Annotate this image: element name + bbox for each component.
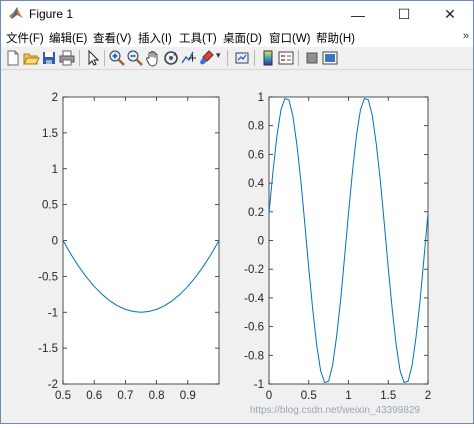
show-plot-tools-icon[interactable] [321,49,339,67]
y-tick-label: 0 [258,236,264,248]
new-figure-icon[interactable] [4,49,22,67]
rotate-3d-icon[interactable] [162,49,180,67]
legend-icon[interactable] [277,49,295,67]
maximize-icon: ☐ [397,6,411,22]
y-tick-label: -1 [48,307,58,319]
menu-desktop[interactable]: 桌面(D) [223,30,262,46]
link-plot-icon[interactable] [233,49,251,67]
y-tick-label: 1 [52,164,58,176]
print-icon[interactable] [58,49,76,67]
figure-canvas: 0.5 0.6 0.7 0.8 0.9 2 1.5 1 0.5 0 -0.5 -1 -1.5 -2 0 0.… [1,70,473,423]
y-tick-label: 2 [52,92,58,104]
menu-tools[interactable]: 工具(T) [179,30,217,46]
y-tick-label: -0.5 [38,271,58,283]
y-tick-label: -0.6 [244,322,264,334]
axes-box [268,96,429,385]
x-tick-label: 0.7 [117,390,133,402]
y-tick-label: 1 [258,92,264,104]
toolbar-separator [79,50,80,66]
save-icon[interactable] [40,49,58,67]
y-tick-label: 0.4 [248,178,265,190]
open-file-icon[interactable] [22,49,40,67]
y-tick-label: -0.8 [244,350,264,362]
x-tick-label: 0.8 [149,390,165,402]
y-tick-label: 1.5 [42,128,58,140]
minimize-icon: — [351,6,365,23]
minimize-button[interactable]: — [335,1,381,28]
zoom-in-icon[interactable] [108,49,126,67]
x-tick-label: 0 [266,390,272,402]
menu-file[interactable]: 文件(F) [6,30,44,46]
menu-window[interactable]: 窗口(W) [269,30,311,46]
x-tick-label: 2 [425,390,431,402]
y-tick-label: 0 [52,236,58,248]
figure-window: Figure 1 — ☐ ✕ 文件(F) 编辑(E) 查看(V) 插入(I) 工… [0,0,474,424]
x-tick-label: 0.6 [86,390,102,402]
menu-overflow-icon[interactable]: » [463,30,469,42]
colorbar-icon[interactable] [259,49,277,67]
x-tick-label: 1 [345,390,351,402]
brush-icon[interactable] [198,49,216,67]
toolbar-separator [254,50,255,66]
menu-help[interactable]: 帮助(H) [316,30,355,46]
toolbar: ▾ [1,47,473,70]
axes-right[interactable]: 0 0.5 1 1.5 2 1 0.8 0.6 0.4 0.2 0 -0.2 -0.4 -0.6 -0.8 -… [244,92,431,402]
y-tick-label: -0.4 [244,293,264,305]
y-tick-label: -1 [254,379,264,391]
figure-plots: 0.5 0.6 0.7 0.8 0.921.510.50-0.5-1-1.5-2 0 0.… [38,92,431,416]
window-title: Figure 1 [29,7,74,21]
maximize-button[interactable]: ☐ [381,1,427,28]
menu-edit[interactable]: 编辑(E) [49,30,87,46]
data-cursor-icon[interactable] [180,49,198,67]
y-tick-label: 0.2 [248,207,264,219]
close-button[interactable]: ✕ [427,1,473,28]
brush-dropdown-icon[interactable]: ▾ [216,50,221,61]
pan-hand-icon[interactable] [144,49,162,67]
y-tick-label: 0.5 [42,200,58,212]
title-bar[interactable]: Figure 1 — ☐ ✕ [1,1,473,28]
x-tick-label: 0.9 [180,390,196,402]
y-tick-label: -0.2 [244,264,264,276]
zoom-out-icon[interactable] [126,49,144,67]
watermark-text: https://blog.csdn.net/weixin_43399829 [250,405,421,416]
x-tick-label: 0.5 [301,390,317,402]
y-tick-label: -2 [48,379,58,391]
axes-left[interactable]: 0.5 0.6 0.7 0.8 0.9 2 1.5 1 0.5 0 -0.5 -1 -1.5 -2 [38,92,220,402]
y-tick-label: 0.8 [248,121,264,133]
hide-plot-tools-icon[interactable] [303,49,321,67]
axes-box [62,96,220,385]
menu-view[interactable]: 查看(V) [93,30,131,46]
toolbar-separator [298,50,299,66]
close-icon: ✕ [444,6,456,22]
matlab-logo-icon [9,7,23,19]
x-tick-label: 1.5 [380,390,396,402]
toolbar-separator [227,50,228,66]
y-tick-label: 0.6 [248,149,264,161]
x-tick-label: 0.5 [55,390,71,402]
pointer-icon[interactable] [84,49,102,67]
menu-bar: 文件(F) 编辑(E) 查看(V) 插入(I) 工具(T) 桌面(D) 窗口(W… [1,28,473,47]
menu-insert[interactable]: 插入(I) [138,30,172,46]
toolbar-separator [104,50,105,66]
y-tick-label: -1.5 [38,343,58,355]
